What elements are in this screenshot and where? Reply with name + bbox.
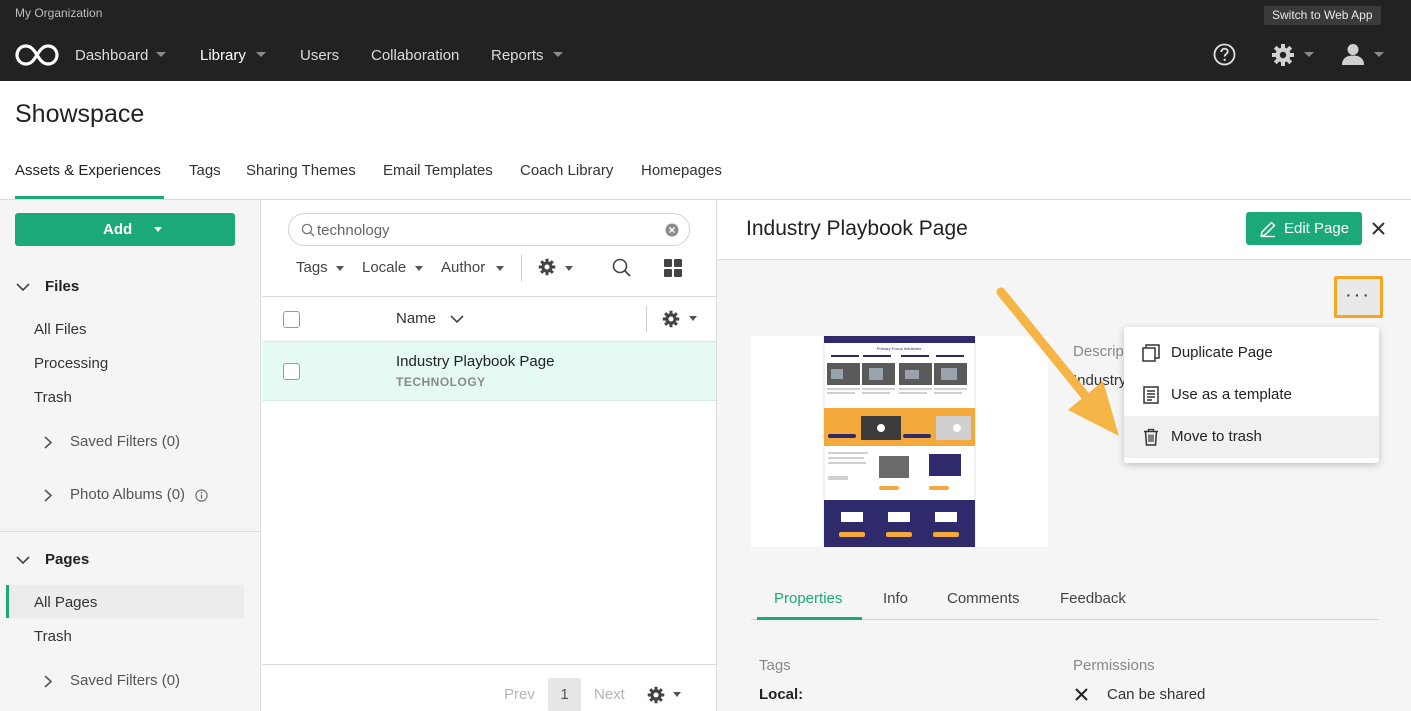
list-settings-gear-icon[interactable] — [538, 258, 556, 276]
tab-comments[interactable]: Comments — [947, 590, 1020, 607]
clear-search-icon[interactable] — [665, 223, 679, 237]
column-separator — [646, 306, 647, 332]
sidebar-item-files-trash[interactable]: Trash — [34, 389, 72, 406]
pager-prev-button[interactable]: Prev — [504, 686, 535, 703]
menu-item-duplicate-page[interactable]: Duplicate Page — [1124, 332, 1379, 374]
columns-settings-gear-icon[interactable] — [662, 310, 680, 328]
chevron-down-icon — [16, 556, 30, 565]
pages-heading: Pages — [45, 551, 90, 568]
add-caret-icon — [154, 227, 162, 232]
permissions-label: Permissions — [1073, 657, 1155, 674]
page-title: Showspace — [15, 100, 145, 128]
tab-homepages[interactable]: Homepages — [641, 162, 722, 179]
list-header — [262, 297, 716, 341]
settings-gear-icon[interactable] — [1271, 43, 1295, 67]
tab-coach-library[interactable]: Coach Library — [520, 162, 613, 179]
sidebar-item-all-pages[interactable]: All Pages — [34, 594, 97, 611]
more-options-button[interactable]: ··· — [1334, 276, 1383, 318]
toolbar-separator — [521, 254, 522, 282]
chevron-right-icon — [44, 675, 53, 688]
list-settings-caret-icon[interactable] — [565, 266, 573, 271]
search-icon — [301, 223, 315, 237]
tab-info[interactable]: Info — [883, 590, 908, 607]
tags-filter-caret-icon — [336, 266, 344, 271]
search-input[interactable] — [317, 220, 657, 240]
files-heading: Files — [45, 278, 80, 295]
row-tag: TECHNOLOGY — [396, 375, 486, 389]
organization-name: My Organization — [15, 6, 103, 20]
switch-to-web-app-button[interactable]: Switch to Web App — [1264, 6, 1381, 25]
chevron-right-icon — [44, 436, 53, 449]
library-caret-icon[interactable] — [256, 52, 266, 57]
row-checkbox[interactable] — [283, 363, 300, 380]
edit-page-label: Edit Page — [1284, 220, 1350, 237]
nav-collaboration[interactable]: Collaboration — [371, 47, 459, 67]
author-filter-caret-icon — [496, 266, 504, 271]
detail-active-tab-indicator — [757, 617, 862, 620]
app-logo-icon[interactable] — [15, 42, 59, 68]
add-button-label: Add — [103, 221, 133, 238]
menu-item-use-as-template[interactable]: Use as a template — [1124, 374, 1379, 416]
local-tags-label: Local: — [759, 686, 804, 703]
tab-assets-experiences[interactable]: Assets & Experiences — [15, 162, 161, 179]
thumbnail-heading: Primary Focus Industries — [877, 346, 921, 351]
user-caret-icon[interactable] — [1374, 52, 1384, 57]
more-options-icon: ··· — [1345, 284, 1371, 306]
chevron-down-icon — [16, 283, 30, 292]
pager-border — [262, 664, 716, 665]
author-filter-dropdown[interactable]: Author — [441, 259, 485, 276]
settings-caret-icon[interactable] — [1304, 52, 1314, 57]
chevron-right-icon — [44, 489, 53, 502]
reports-caret-icon[interactable] — [553, 52, 563, 57]
nav-users[interactable]: Users — [300, 47, 339, 67]
top-navigation-bar — [0, 0, 1411, 81]
dashboard-caret-icon[interactable] — [156, 52, 166, 57]
sidebar-item-pages-trash[interactable]: Trash — [34, 628, 72, 645]
pager-current-page[interactable]: 1 — [548, 678, 581, 711]
template-icon — [1143, 386, 1159, 404]
tab-feedback[interactable]: Feedback — [1060, 590, 1126, 607]
detail-title: Industry Playbook Page — [746, 217, 968, 240]
trash-icon — [1144, 428, 1158, 446]
tab-email-templates[interactable]: Email Templates — [383, 162, 493, 179]
sort-chevron-down-icon[interactable] — [449, 313, 465, 325]
sidebar-item-processing[interactable]: Processing — [34, 355, 108, 372]
pager-next-button[interactable]: Next — [594, 686, 625, 703]
info-icon[interactable] — [195, 489, 208, 502]
nav-reports[interactable]: Reports — [491, 47, 544, 67]
search-toggle-icon[interactable] — [612, 258, 631, 277]
name-column-header[interactable]: Name — [396, 310, 436, 327]
pager-settings-gear-icon[interactable] — [647, 686, 665, 704]
search-field[interactable] — [288, 213, 690, 246]
tags-label: Tags — [759, 657, 791, 674]
add-button[interactable]: Add — [15, 213, 235, 246]
columns-settings-caret-icon[interactable] — [689, 316, 697, 321]
tab-tags[interactable]: Tags — [189, 162, 221, 179]
select-all-checkbox[interactable] — [283, 311, 300, 328]
grid-view-icon[interactable] — [664, 259, 682, 277]
help-icon[interactable] — [1213, 43, 1236, 66]
row-title[interactable]: Industry Playbook Page — [396, 353, 554, 370]
tab-properties[interactable]: Properties — [774, 590, 842, 607]
pencil-icon — [1260, 221, 1276, 238]
close-icon[interactable] — [1371, 221, 1386, 236]
locale-filter-dropdown[interactable]: Locale — [362, 259, 406, 276]
annotation-arrow — [995, 286, 1135, 446]
sidebar-item-all-files[interactable]: All Files — [34, 321, 87, 338]
tags-filter-dropdown[interactable]: Tags — [296, 259, 328, 276]
more-options-menu: Duplicate Page Use as a template Move to… — [1124, 327, 1379, 463]
sidebar-divider — [0, 531, 260, 532]
table-row[interactable] — [262, 341, 716, 401]
duplicate-icon — [1142, 344, 1160, 362]
permission-value: Can be shared — [1107, 686, 1206, 703]
locale-filter-caret-icon — [415, 266, 423, 271]
menu-item-move-to-trash[interactable]: Move to trash — [1124, 416, 1379, 458]
nav-library[interactable]: Library — [200, 47, 246, 67]
user-avatar-icon[interactable] — [1341, 43, 1365, 65]
tab-sharing-themes[interactable]: Sharing Themes — [246, 162, 356, 179]
pager-settings-caret-icon[interactable] — [673, 692, 681, 697]
edit-page-button[interactable]: Edit Page — [1246, 212, 1362, 245]
not-allowed-x-icon — [1075, 688, 1088, 701]
nav-dashboard[interactable]: Dashboard — [75, 47, 148, 67]
